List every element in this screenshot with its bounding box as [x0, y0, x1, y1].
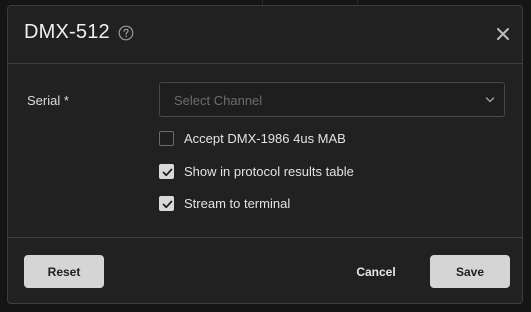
- cancel-button[interactable]: Cancel: [341, 255, 411, 288]
- checkmark-icon: [162, 200, 173, 209]
- close-icon[interactable]: [495, 26, 511, 42]
- serial-channel-select[interactable]: Select Channel: [159, 82, 505, 117]
- accept-mab-label[interactable]: Accept DMX-1986 4us MAB: [184, 131, 346, 146]
- chevron-down-icon: [485, 97, 495, 103]
- reset-button[interactable]: Reset: [24, 255, 104, 288]
- checkmark-icon: [162, 168, 173, 177]
- help-icon[interactable]: [118, 25, 134, 41]
- serial-label: Serial *: [27, 93, 69, 108]
- stream-to-terminal-label[interactable]: Stream to terminal: [184, 196, 290, 211]
- dialog-title: DMX-512: [24, 21, 110, 43]
- show-in-results-label[interactable]: Show in protocol results table: [184, 164, 354, 179]
- header-divider: [8, 63, 522, 64]
- dialog-header: DMX-512: [8, 6, 522, 63]
- stream-to-terminal-checkbox[interactable]: [159, 196, 174, 211]
- dmx-settings-dialog: DMX-512 Serial * Select Channel Accept D…: [7, 5, 523, 304]
- show-in-results-checkbox[interactable]: [159, 164, 174, 179]
- accept-mab-checkbox[interactable]: [159, 131, 174, 146]
- footer-divider: [8, 237, 522, 238]
- select-placeholder: Select Channel: [174, 93, 263, 108]
- save-button[interactable]: Save: [430, 255, 510, 288]
